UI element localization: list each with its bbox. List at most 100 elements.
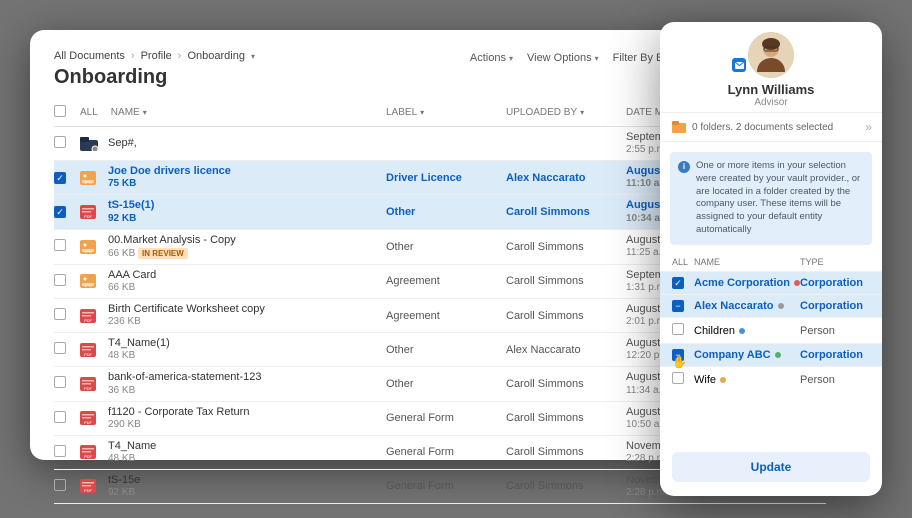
crumb-all-documents[interactable]: All Documents <box>54 50 125 62</box>
svg-text:PDF: PDF <box>84 214 93 219</box>
svg-text:JPG: JPG <box>84 249 92 254</box>
select-all-checkbox[interactable] <box>54 105 66 117</box>
row-checkbox[interactable] <box>54 136 66 148</box>
row-checkbox[interactable]: ✓ <box>54 206 66 218</box>
col-name[interactable]: ALLNAME▾ <box>80 107 386 118</box>
label-cell: Other <box>386 241 506 253</box>
file-name-cell[interactable]: Sep#, <box>108 137 386 150</box>
entity-checkbox[interactable] <box>672 372 684 384</box>
entity-row[interactable]: −Company ABC Corporation <box>660 343 882 366</box>
folder-icon <box>672 121 686 133</box>
chevron-right-icon: › <box>131 50 135 62</box>
file-name-cell[interactable]: AAA Card66 KB <box>108 269 386 294</box>
chevron-right-icon: › <box>178 50 182 62</box>
svg-text:JPG: JPG <box>84 180 92 185</box>
file-icon: PDF <box>80 205 108 219</box>
info-icon: i <box>678 161 690 173</box>
uploader-cell: Caroll Simmons <box>506 241 626 253</box>
entity-row[interactable]: Children Person <box>660 317 882 343</box>
crumb-onboarding[interactable]: Onboarding <box>187 50 245 62</box>
file-name-cell[interactable]: 00.Market Analysis - Copy66 KB IN REVIEW <box>108 234 386 260</box>
entity-type: Corporation <box>800 300 870 312</box>
file-icon: PDF <box>80 479 108 493</box>
entity-name: Company ABC <box>694 349 800 361</box>
view-options-menu[interactable]: View Options▾ <box>527 52 599 64</box>
row-checkbox[interactable] <box>54 376 66 388</box>
file-icon <box>80 137 108 151</box>
file-icon: PDF <box>80 377 108 391</box>
row-checkbox[interactable]: ✓ <box>54 172 66 184</box>
row-checkbox[interactable] <box>54 479 66 491</box>
svg-text:JPG: JPG <box>84 283 92 288</box>
entity-type: Person <box>800 325 870 337</box>
entity-checkbox[interactable] <box>672 323 684 335</box>
uploader-cell: Caroll Simmons <box>506 480 626 492</box>
entity-checkbox[interactable]: − <box>672 300 684 312</box>
col-uploaded-by[interactable]: UPLOADED BY▾ <box>506 107 626 118</box>
svg-text:PDF: PDF <box>84 352 93 357</box>
entity-row[interactable]: −Alex Naccarato Corporation <box>660 294 882 317</box>
chevron-down-icon: ▾ <box>595 54 599 63</box>
svg-text:PDF: PDF <box>84 454 93 459</box>
label-cell: Driver Licence <box>386 172 506 184</box>
col-label[interactable]: LABEL▾ <box>386 107 506 118</box>
svg-text:PDF: PDF <box>84 386 93 391</box>
entity-checkbox[interactable]: − <box>672 349 684 361</box>
actions-menu[interactable]: Actions▾ <box>470 52 513 64</box>
file-name-cell[interactable]: Birth Certificate Worksheet copy236 KB <box>108 303 386 328</box>
uploader-cell: Caroll Simmons <box>506 275 626 287</box>
label-cell: Other <box>386 344 506 356</box>
chevron-down-icon[interactable]: ▾ <box>251 52 255 61</box>
svg-text:PDF: PDF <box>84 488 93 493</box>
label-cell: Agreement <box>386 310 506 322</box>
crumb-profile[interactable]: Profile <box>141 50 172 62</box>
entity-name: Alex Naccarato <box>694 300 800 312</box>
entity-row[interactable]: Wife Person <box>660 366 882 392</box>
info-message: i One or more items in your selection we… <box>670 152 872 245</box>
svg-text:PDF: PDF <box>84 318 93 323</box>
file-name-cell[interactable]: Joe Doe drivers licence75 KB <box>108 165 386 190</box>
mail-icon <box>732 58 746 72</box>
file-icon: JPG <box>80 171 108 185</box>
label-cell: General Form <box>386 480 506 492</box>
uploader-cell: Alex Naccarato <box>506 344 626 356</box>
chevron-right-icon[interactable]: » <box>865 120 872 134</box>
file-icon: JPG <box>80 274 108 288</box>
entity-type: Corporation <box>800 277 870 289</box>
row-checkbox[interactable] <box>54 445 66 457</box>
file-icon: JPG <box>80 240 108 254</box>
row-checkbox[interactable] <box>54 308 66 320</box>
label-cell: Other <box>386 378 506 390</box>
file-name-cell[interactable]: tS-15e92 KB <box>108 474 386 499</box>
row-checkbox[interactable] <box>54 342 66 354</box>
file-icon: PDF <box>80 343 108 357</box>
file-name-cell[interactable]: T4_Name48 KB <box>108 440 386 465</box>
file-name-cell[interactable]: T4_Name(1)48 KB <box>108 337 386 362</box>
label-cell: Agreement <box>386 275 506 287</box>
entity-row[interactable]: ✓ Acme Corporation Corporation <box>660 271 882 295</box>
file-icon: PDF <box>80 309 108 323</box>
label-cell: General Form <box>386 446 506 458</box>
uploader-cell: Caroll Simmons <box>506 412 626 424</box>
entity-name: Wife <box>694 374 800 386</box>
chevron-down-icon: ▾ <box>509 54 513 63</box>
uploader-cell: Caroll Simmons <box>506 378 626 390</box>
svg-text:PDF: PDF <box>84 420 93 425</box>
user-role: Advisor <box>754 97 787 108</box>
file-name-cell[interactable]: tS-15e(1)92 KB <box>108 199 386 224</box>
label-cell: General Form <box>386 412 506 424</box>
file-name-cell[interactable]: f1120 - Corporate Tax Return290 KB <box>108 406 386 431</box>
entity-name: Children <box>694 325 800 337</box>
row-checkbox[interactable] <box>54 411 66 423</box>
uploader-cell: Alex Naccarato <box>506 172 626 184</box>
entity-assignment-panel: Lynn Williams Advisor 0 folders. 2 docum… <box>660 22 882 496</box>
file-name-cell[interactable]: bank-of-america-statement-12336 KB <box>108 371 386 396</box>
row-checkbox[interactable] <box>54 274 66 286</box>
user-name: Lynn Williams <box>728 82 815 97</box>
user-profile: Lynn Williams Advisor <box>660 22 882 112</box>
entity-name: Acme Corporation <box>694 277 800 289</box>
entity-checkbox[interactable]: ✓ <box>672 277 684 289</box>
update-button[interactable]: Update <box>672 452 870 482</box>
uploader-cell: Caroll Simmons <box>506 206 626 218</box>
row-checkbox[interactable] <box>54 239 66 251</box>
